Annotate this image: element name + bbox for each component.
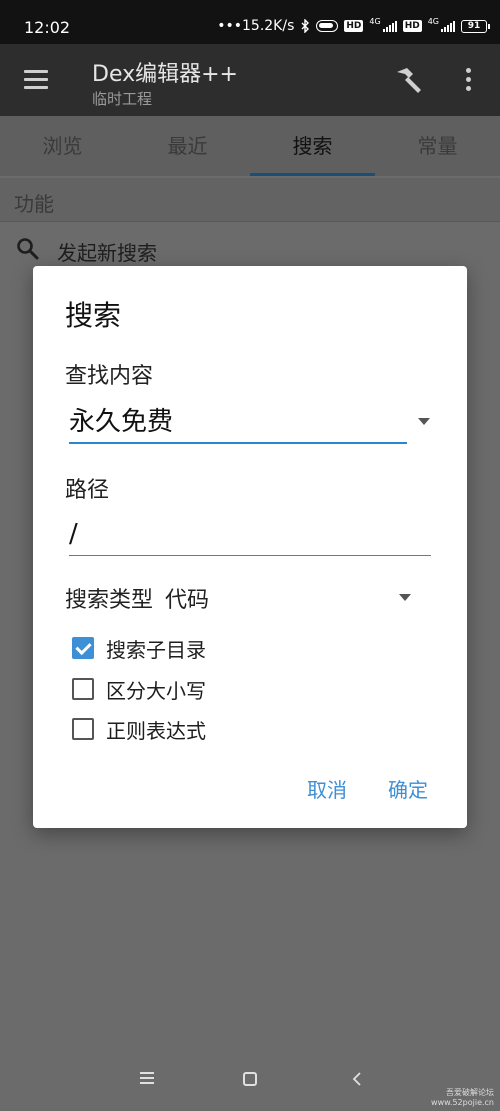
search-type-value: 代码 [165, 588, 210, 613]
vpn-pill-icon [316, 20, 339, 32]
section-label: 功能 [14, 192, 54, 216]
option-label: 搜索子目录 [106, 637, 206, 662]
net-speed: •••15.2K/s [217, 18, 295, 34]
path-label: 路径 [65, 478, 110, 503]
section-header: 功能 [0, 178, 500, 222]
tab-recent[interactable]: 最近 [125, 116, 250, 176]
back-icon[interactable] [352, 1071, 362, 1087]
hd-badge-1: HD [344, 20, 364, 32]
hammer-icon[interactable] [393, 66, 425, 94]
tab-bar: 浏览 最近 搜索 常量 [0, 116, 500, 176]
cancel-button[interactable]: 取消 [307, 774, 347, 803]
app-subtitle: 临时工程 [92, 90, 153, 108]
watermark: 吾爱破解论坛 www.52pojie.cn [431, 1088, 494, 1107]
bluetooth-icon [301, 19, 310, 33]
query-input[interactable]: 永久免费 [69, 402, 407, 444]
search-type-dropdown-icon[interactable] [399, 594, 411, 601]
tab-search[interactable]: 搜索 [250, 116, 375, 176]
signal-icon-2 [441, 20, 455, 32]
query-history-dropdown-icon[interactable] [418, 418, 430, 425]
option-include-subdirs[interactable]: 搜索子目录 [72, 636, 206, 662]
option-case-sensitive[interactable]: 区分大小写 [72, 677, 206, 703]
net-type-2: 4G [427, 17, 439, 26]
option-regex[interactable]: 正则表达式 [72, 717, 206, 743]
hd-badge-2: HD [402, 20, 422, 32]
status-time: 12:02 [24, 18, 71, 37]
path-input[interactable]: / [69, 514, 431, 556]
recent-apps-icon[interactable] [140, 1072, 154, 1084]
query-label: 查找内容 [65, 364, 154, 389]
home-icon[interactable] [243, 1072, 257, 1086]
battery-icon: 91 [461, 19, 490, 33]
checkbox-unchecked-icon[interactable] [72, 718, 94, 740]
search-dialog: 搜索 查找内容 永久免费 路径 / 搜索类型 代码 搜索子目录 区分大小写 正则表… [33, 266, 467, 828]
search-type-label: 搜索类型 [65, 588, 154, 613]
battery-level: 91 [461, 19, 487, 33]
more-options-icon[interactable] [466, 68, 472, 92]
app-title: Dex编辑器++ [92, 62, 238, 87]
dialog-title: 搜索 [65, 299, 122, 332]
status-bar: 12:02 •••15.2K/s HD 4G HD 4G 91 [0, 0, 500, 44]
confirm-button[interactable]: 确定 [388, 774, 428, 803]
system-nav-bar [0, 1050, 500, 1111]
search-type-select[interactable]: 搜索类型 代码 [65, 582, 209, 614]
search-icon [17, 238, 39, 260]
checkbox-unchecked-icon[interactable] [72, 678, 94, 700]
status-icons: •••15.2K/s HD 4G HD 4G 91 [217, 18, 490, 34]
net-type-1: 4G [369, 17, 381, 26]
new-search-label: 发起新搜索 [57, 241, 157, 265]
tab-constants[interactable]: 常量 [375, 116, 500, 176]
signal-icon-1 [382, 20, 397, 32]
option-label: 区分大小写 [106, 678, 206, 703]
option-label: 正则表达式 [106, 718, 206, 743]
checkbox-checked-icon[interactable] [72, 637, 94, 659]
tab-browse[interactable]: 浏览 [0, 116, 125, 176]
app-bar: Dex编辑器++ 临时工程 [0, 44, 500, 116]
hamburger-menu-icon[interactable] [24, 70, 48, 89]
